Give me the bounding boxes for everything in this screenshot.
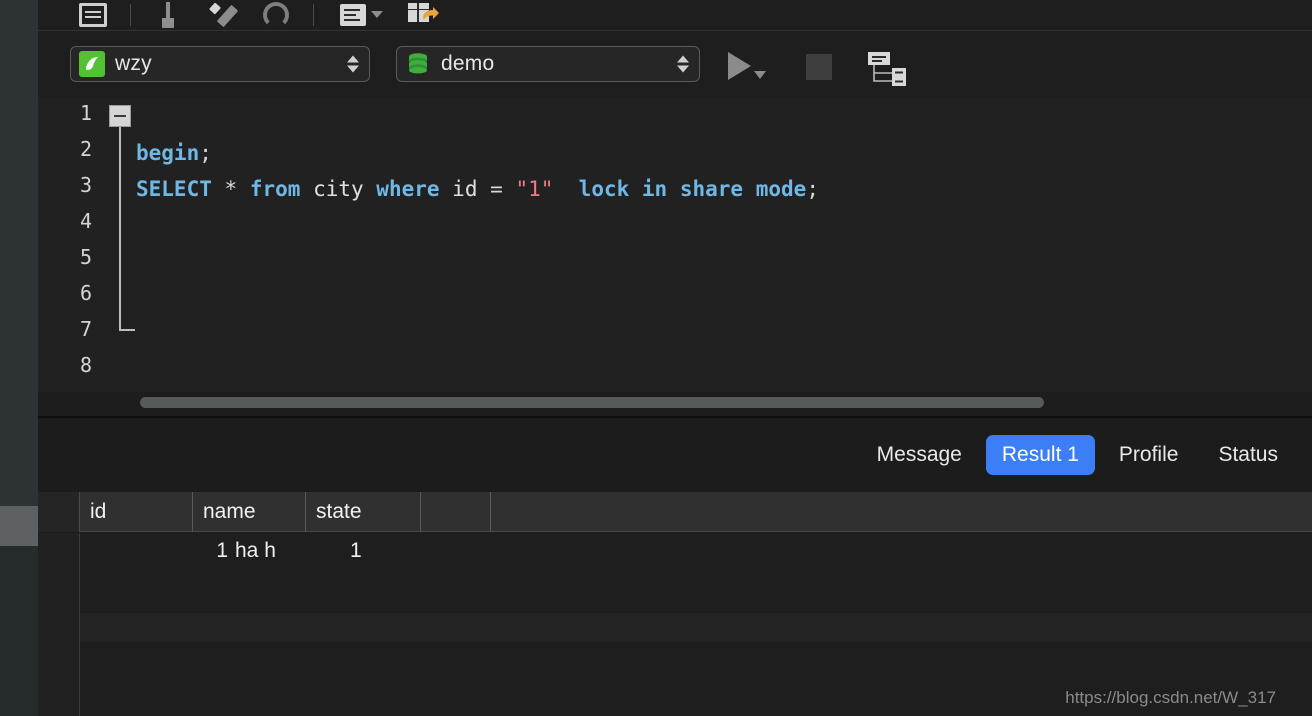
wand-glyph xyxy=(207,2,237,28)
toolbar-separator-2 xyxy=(313,4,314,26)
left-edge-scrollbar-lower xyxy=(0,546,38,716)
editor-hscrollbar-thumb[interactable] xyxy=(140,397,1044,408)
run-icon[interactable] xyxy=(728,51,778,81)
database-cylinder-icon xyxy=(405,51,431,77)
db-stepper-up-down-icon[interactable] xyxy=(677,55,689,73)
toolbar-separator xyxy=(130,4,131,26)
editor-code[interactable]: begin; SELECT * from city where id = "1"… xyxy=(136,98,1312,416)
list-dropdown-glyph xyxy=(339,3,383,26)
left-edge-scrollbar-track[interactable] xyxy=(0,0,38,716)
line-number: 7 xyxy=(79,317,92,341)
row-gutter[interactable] xyxy=(38,533,80,613)
line-number: 8 xyxy=(79,353,92,377)
line-number: 1 xyxy=(79,101,92,125)
row-cells: 1 ha h 1 xyxy=(80,533,1312,613)
database-select[interactable]: demo xyxy=(396,46,700,82)
watermark-url: https://blog.csdn.net/W_317 xyxy=(1065,688,1276,707)
results-panel: Message Result 1 Profile Status id name … xyxy=(38,416,1312,716)
fold-region-line xyxy=(119,127,121,331)
sql-client-window: wzy demo 1 2 3 4 5 6 7 8 begin; SELECT *… xyxy=(0,0,1312,716)
mysql-dolphin-icon xyxy=(79,51,105,77)
stop-icon[interactable] xyxy=(806,54,832,80)
column-header-name[interactable]: name xyxy=(193,492,306,532)
grid-export-glyph xyxy=(408,2,442,28)
list-dropdown-icon[interactable] xyxy=(324,0,398,30)
fold-collapse-icon[interactable] xyxy=(109,105,131,127)
document-lines-icon[interactable] xyxy=(66,0,120,30)
row-cells xyxy=(80,613,1312,642)
explain-plan-icon[interactable] xyxy=(866,49,912,87)
export-arrow-icon xyxy=(423,6,439,20)
fold-region-end xyxy=(119,329,135,331)
code-line-1: begin; xyxy=(136,141,212,165)
table-row[interactable] xyxy=(38,613,1312,642)
tab-profile[interactable]: Profile xyxy=(1103,435,1195,475)
run-play-glyph xyxy=(728,52,751,80)
results-tabbar: Message Result 1 Profile Status xyxy=(38,418,1312,492)
connection-name: wzy xyxy=(115,52,152,75)
result-grid-header: id name state xyxy=(38,492,1312,532)
pin-icon[interactable] xyxy=(141,0,195,30)
line-number: 2 xyxy=(79,137,92,161)
connection-select[interactable]: wzy xyxy=(70,46,370,82)
column-header-state[interactable]: state xyxy=(306,492,421,532)
database-name: demo xyxy=(441,52,495,75)
grid-corner-cell[interactable] xyxy=(38,492,80,532)
editor-hscrollbar-track[interactable] xyxy=(38,392,1312,416)
pin-glyph xyxy=(156,1,180,28)
row-gutter[interactable] xyxy=(38,613,80,642)
result-grid: id name state 1 ha h 1 xyxy=(38,492,1312,716)
code-line-2: SELECT * from city where id = "1" lock i… xyxy=(136,177,819,201)
line-number: 5 xyxy=(79,245,92,269)
tab-result-1[interactable]: Result 1 xyxy=(985,435,1095,475)
editor-gutter: 1 2 3 4 5 6 7 8 xyxy=(38,98,102,416)
column-header-filler xyxy=(421,492,491,531)
line-number: 3 xyxy=(79,173,92,197)
git-branch-glyph xyxy=(263,1,289,28)
top-toolbar xyxy=(38,0,1312,31)
row-gutter[interactable] xyxy=(38,642,80,716)
git-branch-icon[interactable] xyxy=(249,0,303,30)
cell-id[interactable]: 1 xyxy=(168,539,228,563)
document-lines-glyph xyxy=(79,2,107,27)
chevron-down-icon[interactable] xyxy=(754,71,766,79)
left-edge-scrollbar-thumb[interactable] xyxy=(0,506,38,546)
chevron-down-icon xyxy=(370,11,383,18)
sql-editor[interactable]: 1 2 3 4 5 6 7 8 begin; SELECT * from cit… xyxy=(38,98,1312,416)
tab-message[interactable]: Message xyxy=(861,435,978,475)
line-number: 4 xyxy=(79,209,92,233)
wand-icon[interactable] xyxy=(195,0,249,30)
stepper-up-down-icon[interactable] xyxy=(347,55,359,73)
cell-name[interactable]: ha h xyxy=(235,539,276,563)
connection-toolbar: wzy demo xyxy=(38,31,1312,98)
table-row[interactable]: 1 ha h 1 xyxy=(38,533,1312,613)
grid-export-icon[interactable] xyxy=(398,0,452,30)
column-header-id[interactable]: id xyxy=(80,492,193,532)
cell-state[interactable]: 1 xyxy=(350,539,362,563)
line-number: 6 xyxy=(79,281,92,305)
tab-status[interactable]: Status xyxy=(1202,435,1294,475)
